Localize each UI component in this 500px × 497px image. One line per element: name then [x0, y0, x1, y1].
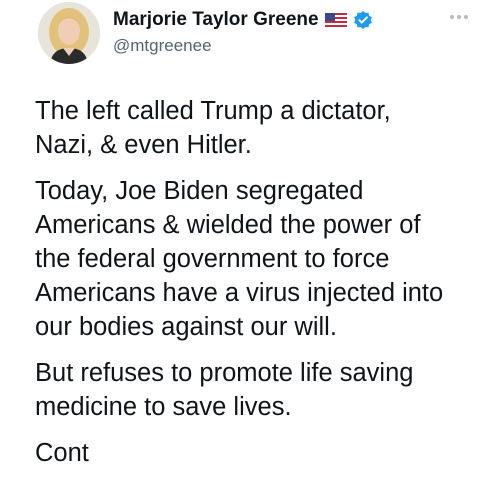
more-options-icon[interactable] [450, 12, 470, 22]
avatar-image [38, 2, 100, 64]
tweet-paragraph: The left called Trump a dictator, Nazi, … [35, 94, 495, 162]
tweet-card: Marjorie Taylor Greene @mtgreenee The le… [0, 0, 500, 497]
dot-icon [457, 15, 461, 19]
handle[interactable]: @mtgreenee [113, 36, 373, 56]
tweet-paragraph: But refuses to promote life saving medic… [35, 356, 495, 424]
dot-icon [450, 15, 454, 19]
text-line: medicine to save lives. [35, 393, 292, 421]
text-line: The left called Trump a dictator, [35, 97, 391, 125]
author-info: Marjorie Taylor Greene @mtgreenee [113, 8, 373, 56]
text-line: Cont [35, 439, 89, 467]
text-line: Today, Joe Biden segregated [35, 177, 364, 205]
text-line: Nazi, & even Hitler. [35, 131, 252, 159]
tweet-text: The left called Trump a dictator, Nazi, … [35, 94, 495, 482]
tweet-paragraph: Today, Joe Biden segregated Americans & … [35, 174, 495, 344]
text-line: Americans & wielded the power of [35, 211, 421, 239]
name-row: Marjorie Taylor Greene [113, 8, 373, 32]
us-flag-icon [324, 13, 347, 27]
tweet-paragraph: Cont [35, 436, 495, 470]
text-line: the federal government to force [35, 245, 390, 273]
display-name[interactable]: Marjorie Taylor Greene [113, 9, 319, 31]
text-line: Americans have a virus injected into [35, 279, 444, 307]
verified-badge-icon [353, 10, 373, 30]
dot-icon [464, 15, 468, 19]
avatar[interactable] [38, 2, 100, 64]
text-line: But refuses to promote life saving [35, 359, 414, 387]
text-line: our bodies against our will. [35, 313, 337, 341]
tweet-header: Marjorie Taylor Greene @mtgreenee [28, 2, 480, 64]
